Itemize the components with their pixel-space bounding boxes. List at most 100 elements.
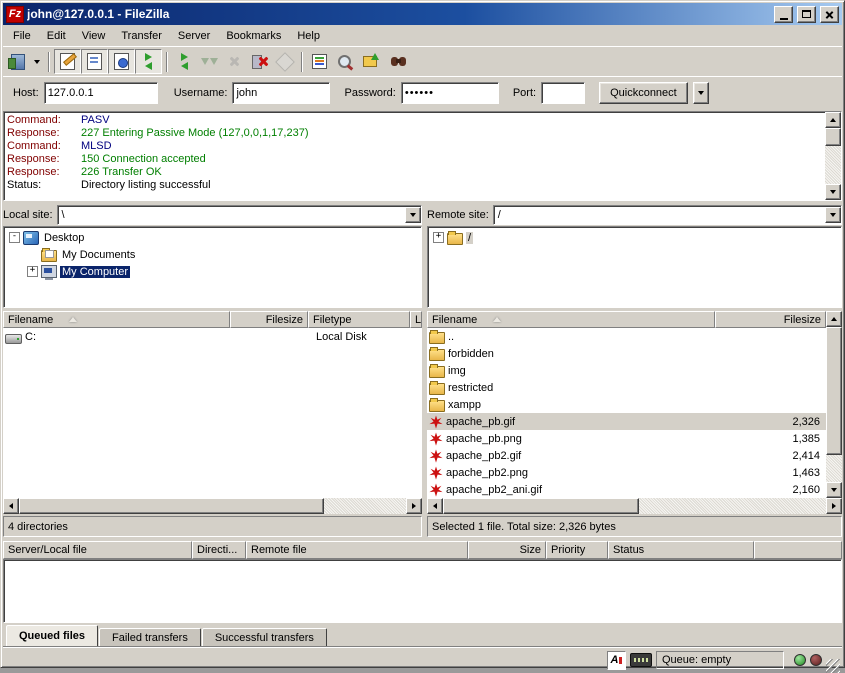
remote-site-combo[interactable]: / xyxy=(493,205,842,225)
scroll-left-button[interactable] xyxy=(427,498,443,514)
menu-file[interactable]: File xyxy=(5,28,39,44)
tree-item-root[interactable]: + / xyxy=(428,229,841,246)
menu-edit[interactable]: Edit xyxy=(39,28,74,44)
scroll-right-button[interactable] xyxy=(406,498,422,514)
column-header-filesize[interactable]: Filesize xyxy=(715,311,826,328)
scrollbar-thumb[interactable] xyxy=(826,327,842,455)
port-input[interactable] xyxy=(541,82,585,104)
remote-file-row[interactable]: apache_pb2_ani.gif2,160 xyxy=(427,481,826,498)
column-header-lastmodified[interactable]: L xyxy=(410,311,422,328)
column-header-filetype[interactable]: Filetype xyxy=(308,311,410,328)
file-name: apache_pb.gif xyxy=(446,416,515,428)
find-files-button[interactable] xyxy=(382,50,407,73)
remote-file-row-selected[interactable]: apache_pb.gif2,326 xyxy=(427,413,826,430)
toggle-local-tree-button[interactable] xyxy=(81,49,108,74)
minimize-button[interactable] xyxy=(774,6,793,23)
column-header-filename[interactable]: Filename xyxy=(427,311,715,328)
column-header-filename[interactable]: Filename xyxy=(3,311,230,328)
toggle-transfer-queue-button[interactable] xyxy=(135,49,162,74)
password-input[interactable] xyxy=(401,82,499,104)
scroll-down-button[interactable] xyxy=(826,482,842,498)
column-header-priority[interactable]: Priority xyxy=(546,541,608,559)
transfer-queue-list[interactable] xyxy=(3,559,842,623)
host-input[interactable] xyxy=(44,82,158,104)
toggle-remote-tree-button[interactable] xyxy=(108,49,135,74)
site-manager-dropdown-icon[interactable] xyxy=(34,60,40,64)
local-horizontal-scrollbar[interactable] xyxy=(3,498,422,514)
remote-file-row[interactable]: .. xyxy=(427,328,826,345)
close-button[interactable] xyxy=(820,6,839,23)
cancel-operation-button[interactable] xyxy=(222,50,247,73)
remote-file-row[interactable]: xampp xyxy=(427,396,826,413)
abort-button[interactable] xyxy=(272,50,297,73)
remote-horizontal-scrollbar[interactable] xyxy=(427,498,842,514)
site-manager-button[interactable] xyxy=(5,50,30,73)
log-vertical-scrollbar[interactable] xyxy=(825,112,841,200)
column-header-filesize[interactable]: Filesize xyxy=(230,311,308,328)
scroll-up-button[interactable] xyxy=(825,112,841,128)
tree-item-desktop[interactable]: - Desktop xyxy=(4,229,421,246)
remote-file-row[interactable]: apache_pb2.gif2,414 xyxy=(427,447,826,464)
menu-bookmarks[interactable]: Bookmarks xyxy=(218,28,289,44)
drive-icon xyxy=(5,334,22,344)
disconnect-icon xyxy=(252,55,268,69)
column-header-status[interactable]: Status xyxy=(608,541,754,559)
tree-item-my-documents[interactable]: My Documents xyxy=(4,246,421,263)
disconnect-button[interactable] xyxy=(247,50,272,73)
chevron-down-icon xyxy=(698,91,704,95)
scroll-left-button[interactable] xyxy=(3,498,19,514)
resize-grip[interactable] xyxy=(826,659,840,673)
expand-expander-icon[interactable]: + xyxy=(433,232,444,243)
local-file-row[interactable]: C: Local Disk xyxy=(3,328,422,345)
directory-listing-filters-button[interactable] xyxy=(307,50,332,73)
folder-icon xyxy=(429,332,445,344)
tab-queued-files[interactable]: Queued files xyxy=(6,625,98,646)
scrollbar-thumb[interactable] xyxy=(443,498,639,514)
scrollbar-thumb[interactable] xyxy=(19,498,324,514)
local-list-header: Filename Filesize Filetype L xyxy=(3,311,422,328)
remote-file-row[interactable]: img xyxy=(427,362,826,379)
remote-file-row[interactable]: apache_pb2.png1,463 xyxy=(427,464,826,481)
scrollbar-thumb[interactable] xyxy=(825,128,841,146)
transfer-type-icon: A xyxy=(607,651,626,670)
remote-file-row[interactable]: apache_pb.png1,385 xyxy=(427,430,826,447)
local-site-dropdown-button[interactable] xyxy=(405,207,421,223)
scroll-down-button[interactable] xyxy=(825,184,841,200)
scroll-right-button[interactable] xyxy=(826,498,842,514)
file-name: apache_pb2.png xyxy=(446,467,528,479)
column-header-direction[interactable]: Directi... xyxy=(192,541,246,559)
scroll-up-button[interactable] xyxy=(826,311,842,327)
quickconnect-button[interactable]: Quickconnect xyxy=(599,82,688,104)
process-queue-button[interactable] xyxy=(197,50,222,73)
refresh-button[interactable] xyxy=(172,50,197,73)
tab-failed-transfers[interactable]: Failed transfers xyxy=(99,628,201,646)
local-site-combo[interactable]: \ xyxy=(57,205,422,225)
menu-help[interactable]: Help xyxy=(289,28,328,44)
synchronized-browsing-button[interactable] xyxy=(357,50,382,73)
remote-file-row[interactable]: restricted xyxy=(427,379,826,396)
menu-bar: File Edit View Transfer Server Bookmarks… xyxy=(3,25,842,46)
queue-status-text: Queue: empty xyxy=(656,651,784,669)
remote-file-row[interactable]: forbidden xyxy=(427,345,826,362)
cancel-icon xyxy=(229,56,240,67)
desktop-icon xyxy=(23,231,39,245)
column-header-size[interactable]: Size xyxy=(468,541,546,559)
expand-expander-icon[interactable]: + xyxy=(27,266,38,277)
column-header-server-local-file[interactable]: Server/Local file xyxy=(3,541,192,559)
remote-site-dropdown-button[interactable] xyxy=(825,207,841,223)
tree-item-my-computer[interactable]: + My Computer xyxy=(4,263,421,280)
quickconnect-bar: Host: Username: Password: Port: Quickcon… xyxy=(3,76,842,109)
menu-view[interactable]: View xyxy=(74,28,114,44)
file-name: forbidden xyxy=(448,348,494,360)
remote-vertical-scrollbar[interactable] xyxy=(826,311,842,498)
menu-server[interactable]: Server xyxy=(170,28,218,44)
username-input[interactable] xyxy=(232,82,330,104)
directory-comparison-button[interactable] xyxy=(332,50,357,73)
maximize-button[interactable] xyxy=(797,6,816,23)
collapse-expander-icon[interactable]: - xyxy=(9,232,20,243)
tab-successful-transfers[interactable]: Successful transfers xyxy=(202,628,327,646)
column-header-remote-file[interactable]: Remote file xyxy=(246,541,468,559)
quickconnect-dropdown-button[interactable] xyxy=(693,82,709,104)
toggle-message-log-button[interactable] xyxy=(54,49,81,74)
menu-transfer[interactable]: Transfer xyxy=(113,28,170,44)
